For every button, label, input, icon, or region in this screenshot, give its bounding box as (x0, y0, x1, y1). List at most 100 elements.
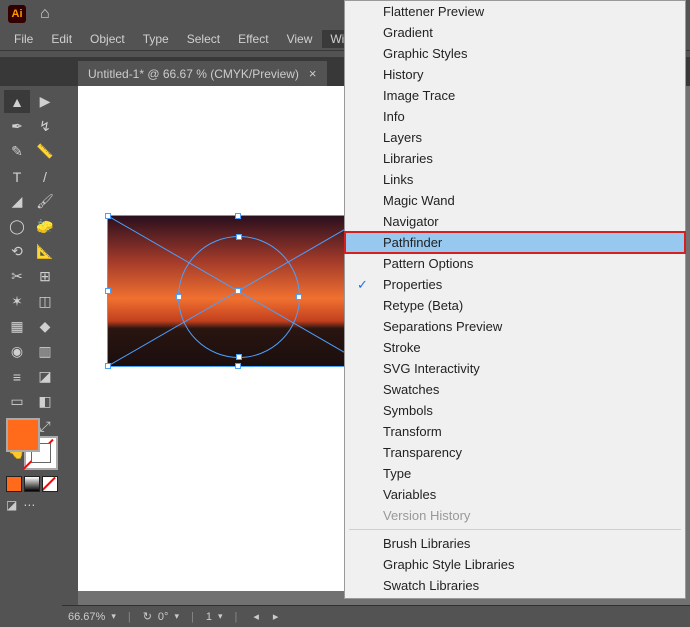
tool-17[interactable]: ◫ (32, 290, 58, 313)
menu-item-graphic-styles[interactable]: Graphic Styles (345, 43, 685, 64)
tool-15[interactable]: ⊞ (32, 265, 58, 288)
menu-file[interactable]: File (6, 30, 41, 48)
tool-10[interactable]: ◯ (4, 215, 30, 238)
home-icon[interactable]: ⌂ (40, 5, 50, 23)
menu-item-history[interactable]: History (345, 64, 685, 85)
tool-16[interactable]: ✶ (4, 290, 30, 313)
tool-2[interactable]: ✒ (4, 115, 30, 138)
menu-item-flattener-preview[interactable]: Flattener Preview (345, 1, 685, 22)
menu-effect[interactable]: Effect (230, 30, 276, 48)
tool-24[interactable]: ▭ (4, 390, 30, 413)
menu-item-label: Transform (383, 424, 442, 439)
fill-swatch[interactable] (6, 418, 40, 452)
menu-item-label: Graphic Styles (383, 46, 468, 61)
menu-item-label: Transparency (383, 445, 462, 460)
menu-item-label: Symbols (383, 403, 433, 418)
tool-4[interactable]: ✎ (4, 140, 30, 163)
menu-edit[interactable]: Edit (43, 30, 80, 48)
menu-item-symbols[interactable]: Symbols (345, 400, 685, 421)
tool-9[interactable]: 🖌 (32, 190, 58, 213)
menu-item-label: Layers (383, 130, 422, 145)
menu-item-label: Properties (383, 277, 442, 292)
app-logo-ai: Ai (8, 5, 26, 23)
menu-item-transparency[interactable]: Transparency (345, 442, 685, 463)
menu-item-type[interactable]: Type (345, 463, 685, 484)
chevron-down-icon[interactable]: ▾ (218, 611, 223, 622)
tool-7[interactable]: / (32, 165, 58, 188)
tool-5[interactable]: 📏 (32, 140, 58, 163)
menu-item-layers[interactable]: Layers (345, 127, 685, 148)
menu-item-libraries[interactable]: Libraries (345, 148, 685, 169)
tool-11[interactable]: 🧽 (32, 215, 58, 238)
rotate-icon: ↻ (143, 610, 152, 623)
tool-13[interactable]: 📐 (32, 240, 58, 263)
zoom-level[interactable]: 66.67% (68, 611, 105, 623)
ellipse-path[interactable] (178, 236, 300, 358)
tool-0[interactable]: ▲ (4, 90, 30, 113)
menu-item-properties[interactable]: ✓ Properties (345, 274, 685, 295)
menu-object[interactable]: Object (82, 30, 133, 48)
menu-item-stroke[interactable]: Stroke (345, 337, 685, 358)
document-tab[interactable]: Untitled-1* @ 66.67 % (CMYK/Preview) × (78, 61, 327, 86)
swatch-gradient[interactable] (24, 476, 40, 492)
menu-item-label: Version History (383, 508, 470, 523)
menu-view[interactable]: View (279, 30, 321, 48)
window-menu-dropdown: Flattener PreviewGradient Graphic Styles H… (344, 0, 686, 599)
rotation-value[interactable]: 0° (158, 611, 169, 623)
tool-18[interactable]: ▦ (4, 315, 30, 338)
tool-23[interactable]: ◪ (32, 365, 58, 388)
menu-item-separations-preview[interactable]: Separations Preview (345, 316, 685, 337)
menu-item-label: Info (383, 109, 405, 124)
tool-14[interactable]: ✂ (4, 265, 30, 288)
menu-item-label: Navigator (383, 214, 439, 229)
swatch-color[interactable] (6, 476, 22, 492)
menu-item-swatches[interactable]: Swatches (345, 379, 685, 400)
tool-3[interactable]: ↯ (32, 115, 58, 138)
tool-21[interactable]: ▥ (32, 340, 58, 363)
menu-item-variables[interactable]: Variables (345, 484, 685, 505)
tool-20[interactable]: ◉ (4, 340, 30, 363)
artboard-number[interactable]: 1 (206, 611, 212, 623)
menu-item-brush-libraries[interactable]: Brush Libraries (345, 533, 685, 554)
three-dots-icon[interactable]: ⋯ (23, 498, 35, 512)
tool-6[interactable]: T (4, 165, 30, 188)
tool-8[interactable]: ◢ (4, 190, 30, 213)
screen-mode-icons[interactable]: ◪ ⋯ (6, 498, 35, 512)
menu-item-image-trace[interactable]: Image Trace (345, 85, 685, 106)
artboard-next-icon[interactable]: ▸ (269, 610, 283, 623)
artboard-prev-icon[interactable]: ◂ (249, 610, 263, 623)
tool-22[interactable]: ≡ (4, 365, 30, 388)
tool-12[interactable]: ⟲ (4, 240, 30, 263)
menu-item-label: Variables (383, 487, 436, 502)
tool-25[interactable]: ◧ (32, 390, 58, 413)
menu-item-graphic-style-libraries[interactable]: Graphic Style Libraries (345, 554, 685, 575)
check-icon: ✓ (357, 277, 368, 293)
menu-item-info[interactable]: Info (345, 106, 685, 127)
menu-item-gradient[interactable]: Gradient (345, 22, 685, 43)
close-icon[interactable]: × (309, 66, 317, 81)
menu-select[interactable]: Select (179, 30, 228, 48)
menu-item-swatch-libraries[interactable]: Swatch Libraries (345, 575, 685, 596)
mini-swatches (6, 476, 58, 492)
menu-type[interactable]: Type (135, 30, 177, 48)
menu-item-pattern-options[interactable]: Pattern Options (345, 253, 685, 274)
swatch-none[interactable] (42, 476, 58, 492)
menu-item-navigator[interactable]: Navigator (345, 211, 685, 232)
draw-mode-icon[interactable]: ◪ (6, 498, 17, 512)
menu-item-magic-wand[interactable]: Magic Wand (345, 190, 685, 211)
menu-item-links[interactable]: Links (345, 169, 685, 190)
chevron-down-icon[interactable]: ▾ (174, 611, 179, 622)
menu-item-version-history: Version History (345, 505, 685, 526)
menu-item-retype-beta-[interactable]: Retype (Beta) (345, 295, 685, 316)
tool-19[interactable]: ◆ (32, 315, 58, 338)
menu-item-transform[interactable]: Transform (345, 421, 685, 442)
chevron-down-icon[interactable]: ▾ (111, 611, 116, 622)
menu-item-label: Stroke (383, 340, 421, 355)
menu-item-label: Retype (Beta) (383, 298, 463, 313)
menu-item-label: Image Trace (383, 88, 455, 103)
color-well[interactable] (6, 418, 58, 470)
menu-item-pathfinder[interactable]: Pathfinder (345, 232, 685, 253)
menu-item-svg-interactivity[interactable]: SVG Interactivity (345, 358, 685, 379)
menu-item-label: Magic Wand (383, 193, 455, 208)
tool-1[interactable]: ▶ (32, 90, 58, 113)
